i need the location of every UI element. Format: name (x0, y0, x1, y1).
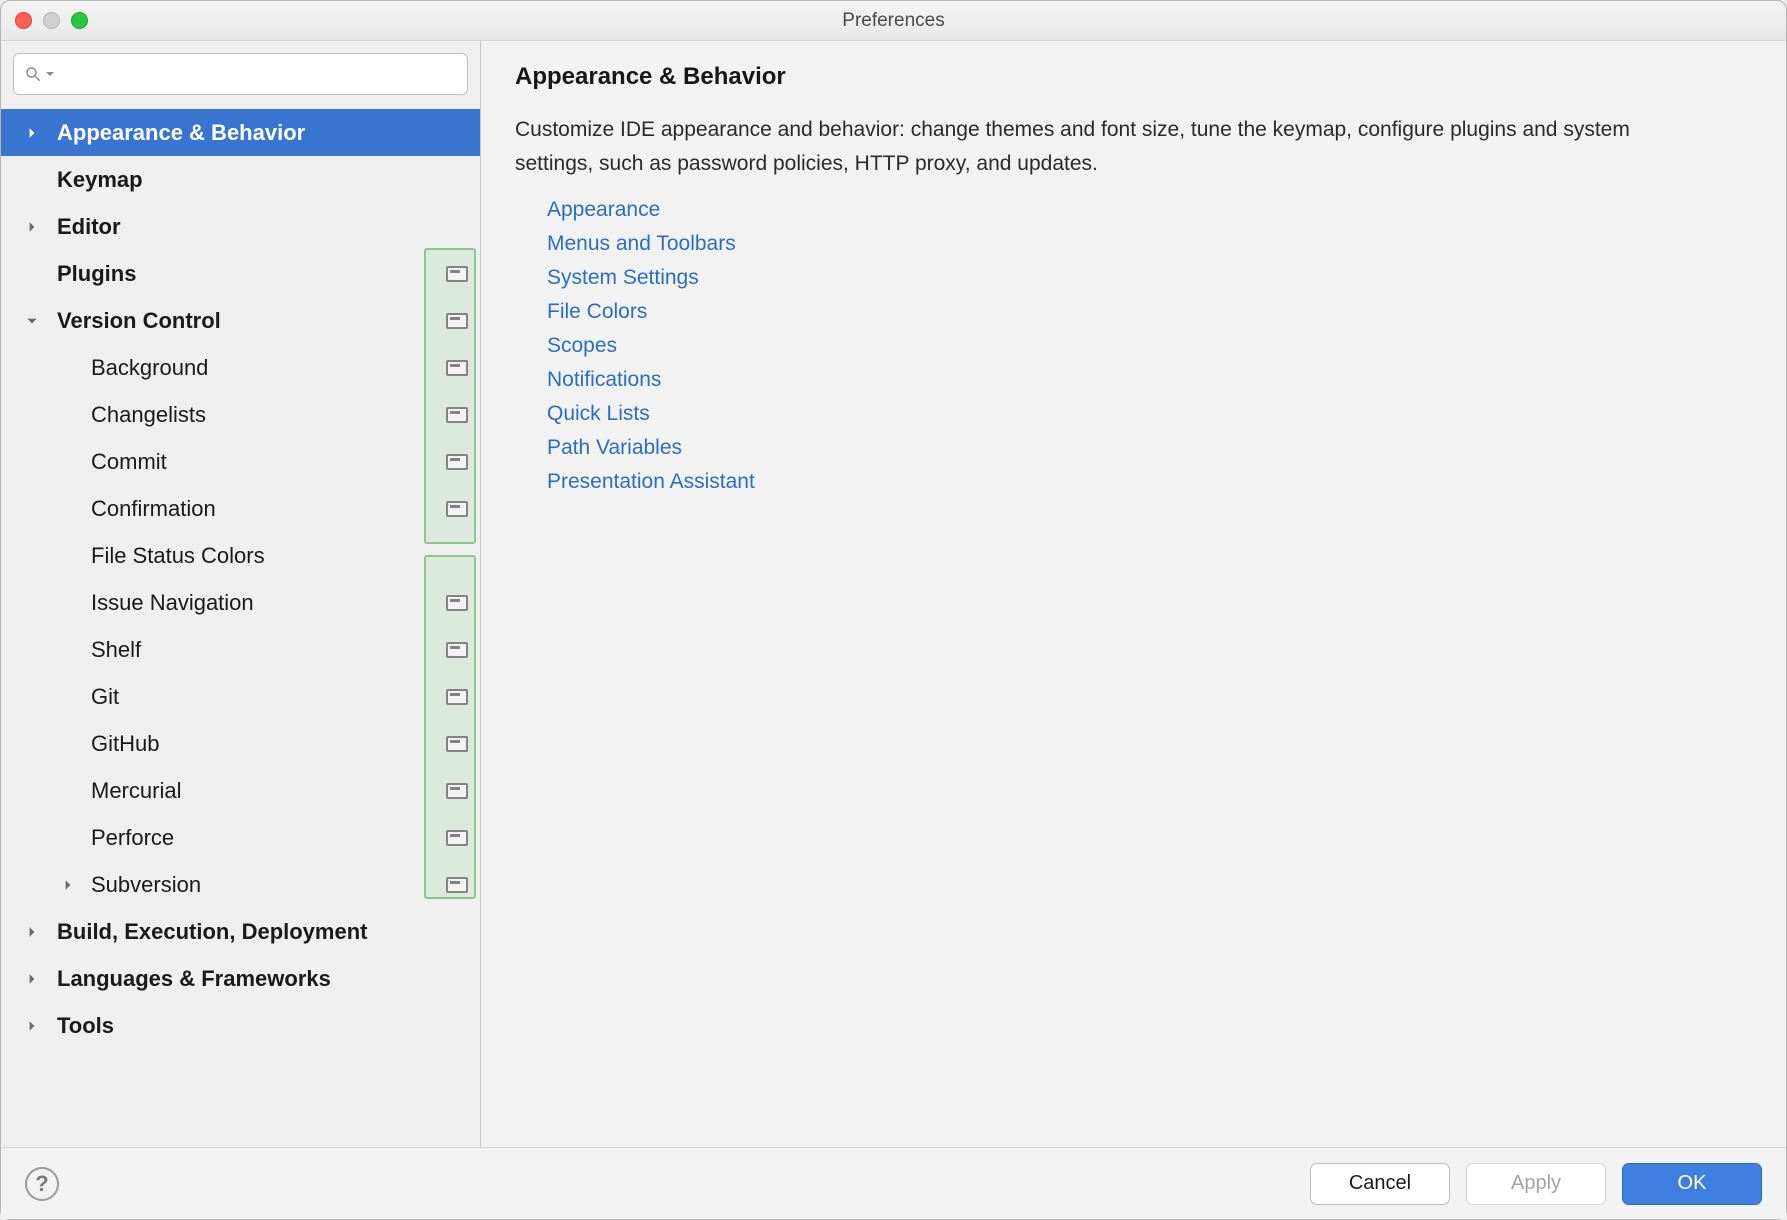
tree-item-label: Version Control (29, 308, 221, 334)
search-input[interactable] (59, 63, 457, 86)
tree-item-shelf[interactable]: Shelf (1, 626, 480, 673)
subpage-link-system-settings[interactable]: System Settings (547, 266, 699, 290)
search-icon (24, 65, 42, 83)
tree-item-git[interactable]: Git (1, 673, 480, 720)
minimize-window-button[interactable] (43, 12, 60, 29)
tree-item-label: Changelists (83, 402, 206, 428)
chevron-right-icon[interactable] (23, 1017, 41, 1035)
tree-item-label: Perforce (83, 825, 174, 851)
chevron-down-icon[interactable] (23, 312, 41, 330)
project-level-badge-icon (446, 360, 468, 376)
search-field[interactable] (13, 53, 468, 95)
tree-item-label: Confirmation (83, 496, 216, 522)
project-level-badge-icon (446, 313, 468, 329)
apply-button: Apply (1466, 1163, 1606, 1205)
chevron-right-icon[interactable] (23, 923, 41, 941)
ok-button[interactable]: OK (1622, 1163, 1762, 1205)
tree-item-label: Subversion (83, 872, 201, 898)
tree-item-github[interactable]: GitHub (1, 720, 480, 767)
tree-item-perforce[interactable]: Perforce (1, 814, 480, 861)
project-level-badge-icon (446, 736, 468, 752)
project-level-badge-icon (446, 830, 468, 846)
subpage-link-appearance[interactable]: Appearance (547, 198, 660, 222)
tree-item-version-control[interactable]: Version Control (1, 297, 480, 344)
preferences-sidebar: Appearance & Behavior Keymap Editor Plugins… (1, 41, 481, 1147)
tree-item-issue-navigation[interactable]: Issue Navigation (1, 579, 480, 626)
tree-item-label: Issue Navigation (83, 590, 254, 616)
project-level-badge-icon (446, 407, 468, 423)
help-icon: ? (35, 1171, 48, 1197)
title-bar: Preferences (1, 1, 1786, 41)
chevron-right-icon[interactable] (59, 876, 77, 894)
tree-item-confirmation[interactable]: Confirmation (1, 485, 480, 532)
tree-item-label: Editor (29, 214, 121, 240)
tree-item-label: Commit (83, 449, 167, 475)
window-controls (15, 12, 88, 29)
tree-item-mercurial[interactable]: Mercurial (1, 767, 480, 814)
project-level-badge-icon (446, 642, 468, 658)
search-history-dropdown-icon[interactable] (45, 69, 55, 79)
project-level-badge-icon (446, 454, 468, 470)
subpage-link-file-colors[interactable]: File Colors (547, 300, 647, 324)
subpage-link-presentation-assistant[interactable]: Presentation Assistant (547, 470, 755, 494)
tree-item-tools[interactable]: Tools (1, 1002, 480, 1049)
preferences-window: Preferences (0, 0, 1787, 1220)
tree-item-label: Git (83, 684, 119, 710)
tree-item-label: File Status Colors (83, 543, 265, 569)
preferences-tree: Appearance & Behavior Keymap Editor Plugins… (1, 105, 480, 1147)
project-level-badge-icon (446, 266, 468, 282)
chevron-right-icon[interactable] (23, 970, 41, 988)
subpage-link-quick-lists[interactable]: Quick Lists (547, 402, 650, 426)
tree-item-keymap[interactable]: Keymap (1, 156, 480, 203)
subpage-link-path-variables[interactable]: Path Variables (547, 436, 682, 460)
help-button[interactable]: ? (25, 1167, 59, 1201)
cancel-button[interactable]: Cancel (1310, 1163, 1450, 1205)
tree-item-label: Build, Execution, Deployment (29, 919, 367, 945)
chevron-right-icon[interactable] (23, 124, 41, 142)
project-level-badge-icon (446, 595, 468, 611)
tree-item-label: Background (83, 355, 208, 381)
tree-item-subversion[interactable]: Subversion (1, 861, 480, 908)
page-title: Appearance & Behavior (515, 63, 1752, 91)
page-description: Customize IDE appearance and behavior: c… (515, 113, 1695, 180)
tree-item-label: Keymap (29, 167, 143, 193)
tree-item-label: GitHub (83, 731, 159, 757)
tree-item-changelists[interactable]: Changelists (1, 391, 480, 438)
subpage-link-scopes[interactable]: Scopes (547, 334, 617, 358)
project-level-badge-icon (446, 689, 468, 705)
tree-item-plugins[interactable]: Plugins (1, 250, 480, 297)
project-level-badge-icon (446, 783, 468, 799)
tree-item-label: Tools (29, 1013, 114, 1039)
tree-item-editor[interactable]: Editor (1, 203, 480, 250)
tree-item-file-status-colors[interactable]: File Status Colors (1, 532, 480, 579)
preferences-content: Appearance & Behavior Customize IDE appe… (481, 41, 1786, 1147)
zoom-window-button[interactable] (71, 12, 88, 29)
tree-item-label: Languages & Frameworks (29, 966, 331, 992)
project-level-badge-icon (446, 501, 468, 517)
tree-item-label: Mercurial (83, 778, 181, 804)
tree-item-languages-frameworks[interactable]: Languages & Frameworks (1, 955, 480, 1002)
tree-item-commit[interactable]: Commit (1, 438, 480, 485)
tree-item-label: Shelf (83, 637, 141, 663)
tree-item-background[interactable]: Background (1, 344, 480, 391)
dialog-footer: ? Cancel Apply OK (1, 1147, 1786, 1219)
close-window-button[interactable] (15, 12, 32, 29)
subpage-link-notifications[interactable]: Notifications (547, 368, 661, 392)
project-level-badge-icon (446, 877, 468, 893)
tree-item-build-execution-deployment[interactable]: Build, Execution, Deployment (1, 908, 480, 955)
chevron-right-icon[interactable] (23, 218, 41, 236)
window-title: Preferences (1, 10, 1786, 32)
tree-item-label: Plugins (29, 261, 136, 287)
tree-item-appearance-behavior[interactable]: Appearance & Behavior (1, 109, 480, 156)
subpage-link-list: Appearance Menus and Toolbars System Setti… (547, 198, 1752, 494)
subpage-link-menus-and-toolbars[interactable]: Menus and Toolbars (547, 232, 736, 256)
tree-item-label: Appearance & Behavior (29, 120, 305, 146)
